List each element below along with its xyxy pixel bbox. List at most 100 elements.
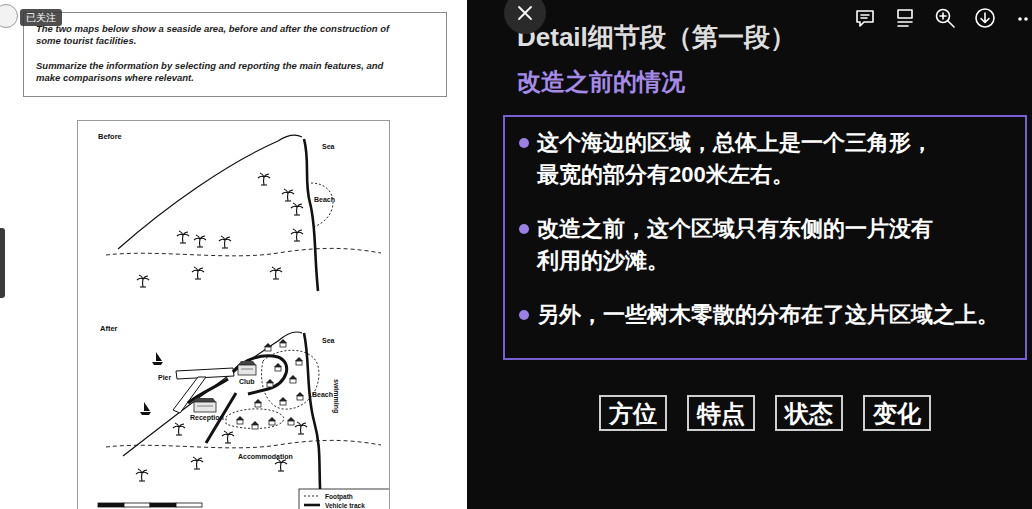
bullet-dot-icon: [519, 138, 529, 148]
tag-row: 方位特点状态变化: [503, 395, 1027, 431]
tree-icon: [136, 469, 148, 481]
hut-icon: [266, 379, 274, 387]
footpath-loop: [226, 409, 284, 429]
toolbar: [853, 6, 1032, 30]
reception-label: Reception: [190, 414, 224, 422]
after-title: After: [100, 324, 118, 333]
hut-icon: [254, 399, 262, 407]
hut-icon: [279, 339, 287, 347]
task-prompt-box: The two maps below show a seaside area, …: [23, 12, 447, 97]
tree-icon: [282, 189, 294, 201]
screen: The two maps below show a seaside area, …: [0, 0, 1032, 509]
hut-icon: [296, 392, 304, 400]
task-image-panel: The two maps below show a seaside area, …: [0, 0, 467, 509]
tag-box: 状态: [775, 395, 843, 431]
slide-subtitle: 改造之前的情况: [517, 67, 1032, 97]
legend-item: Vehicle track: [304, 502, 365, 509]
after-map: AfterPierClubReceptionBeachSeaswimmingAc…: [100, 324, 381, 509]
legend-swatch: [304, 496, 320, 497]
reception-building: [194, 398, 216, 412]
before-title: Before: [98, 132, 122, 141]
footpath: [106, 248, 381, 255]
close-icon: [517, 5, 533, 21]
bullet-text: 改造之前，这个区域只有东侧的一片没有利用的沙滩。: [537, 213, 933, 277]
club-label: Club: [239, 378, 255, 385]
bullet-text: 这个海边的区域，总体上是一个三角形，最宽的部分有200米左右。: [537, 127, 933, 191]
shoreline: [304, 139, 318, 291]
beach-outline: [311, 183, 333, 227]
caption-icon: [894, 7, 916, 29]
legend-label: Vehicle track: [325, 502, 365, 509]
sea-label: Sea: [322, 143, 335, 150]
download-icon: [974, 7, 996, 29]
coastline: [118, 135, 302, 249]
zoom-in-icon: [934, 7, 956, 29]
instruction-line: Summarize the information by selecting a…: [36, 60, 436, 72]
accommodation-label: Accommodation: [238, 453, 293, 460]
prompt-line: The two maps below show a seaside area, …: [36, 23, 436, 35]
slide-content: Detail细节段（第一段）改造之前的情况这个海边的区域，总体上是一个三角形，最…: [467, 0, 1032, 431]
tree-icon: [219, 236, 231, 248]
hut-icon: [295, 357, 303, 365]
bullet-dot-icon: [519, 310, 529, 320]
caption-button[interactable]: [893, 6, 917, 30]
tree-icon: [295, 422, 307, 434]
tag-box: 变化: [863, 395, 931, 431]
bullet-line: 改造之前，这个区域只有东侧的一片没有: [537, 213, 933, 245]
tag-box: 方位: [599, 395, 667, 431]
tag-box: 特点: [687, 395, 755, 431]
comment-button[interactable]: [853, 6, 877, 30]
maps-figure: Before Sea Beach After Pier Club Reception Beac…: [77, 120, 390, 509]
beach-label: Beach: [312, 391, 333, 398]
task-prompt: The two maps below show a seaside area, …: [36, 23, 436, 47]
hut-icon: [268, 417, 276, 425]
bullet-line: 另外，一些树木零散的分布在了这片区域之上。: [537, 299, 999, 331]
swimming-label: swimming: [332, 379, 340, 413]
bullet-item: 这个海边的区域，总体上是一个三角形，最宽的部分有200米左右。: [519, 127, 1017, 191]
bullet-line: 利用的沙滩。: [537, 245, 933, 277]
pier-label: Pier: [158, 374, 172, 381]
comment-icon: [854, 7, 876, 29]
follow-badge[interactable]: 已关注: [20, 9, 62, 26]
more-button[interactable]: [1013, 6, 1032, 30]
bullet-text: 另外，一些树木零散的分布在了这片区域之上。: [537, 299, 999, 331]
tree-icon: [192, 267, 204, 279]
before-map: Before Sea Beach: [98, 132, 381, 291]
bullet-item: 另外，一些树木零散的分布在了这片区域之上。: [519, 299, 1017, 331]
boat-icon: [140, 402, 151, 415]
bullet-line: 最宽的部分有200米左右。: [537, 159, 933, 191]
bullet-box: 这个海边的区域，总体上是一个三角形，最宽的部分有200米左右。改造之前，这个区域…: [503, 115, 1027, 360]
map-legend: FootpathVehicle track: [299, 489, 390, 509]
hut-icon: [264, 343, 272, 351]
hut-icon: [279, 397, 287, 405]
shoreline: [304, 333, 321, 509]
hut-icon: [289, 375, 297, 383]
scale-bar: [98, 503, 202, 507]
avatar-icon[interactable]: [0, 4, 18, 28]
bullet-item: 改造之前，这个区域只有东侧的一片没有利用的沙滩。: [519, 213, 1017, 277]
tree-icon: [191, 457, 203, 469]
tree-icon: [270, 267, 282, 279]
tree-icon: [258, 173, 270, 185]
coastline: [123, 332, 302, 456]
tree-icon: [137, 275, 149, 287]
prompt-line: some tourist facilities.: [36, 35, 436, 47]
tree-icon: [173, 423, 185, 435]
beach-label: Beach: [314, 196, 335, 203]
instruction-line: make comparisons where relevant.: [36, 72, 436, 84]
side-handle[interactable]: [0, 228, 5, 298]
hut-icon: [236, 416, 244, 424]
bullet-dot-icon: [519, 224, 529, 234]
tree-icon: [194, 235, 206, 247]
tree-icon: [275, 459, 287, 471]
boat-icon: [152, 352, 163, 365]
hut-icon: [274, 363, 282, 371]
task-instruction: Summarize the information by selecting a…: [36, 60, 436, 84]
zoom-button[interactable]: [933, 6, 957, 30]
tree-icon: [177, 231, 189, 243]
slide-panel: Detail细节段（第一段）改造之前的情况这个海边的区域，总体上是一个三角形，最…: [467, 0, 1032, 509]
download-button[interactable]: [973, 6, 997, 30]
more-icon: [1014, 7, 1032, 29]
footpath-loop: [262, 350, 319, 409]
tree-icon: [222, 431, 234, 443]
